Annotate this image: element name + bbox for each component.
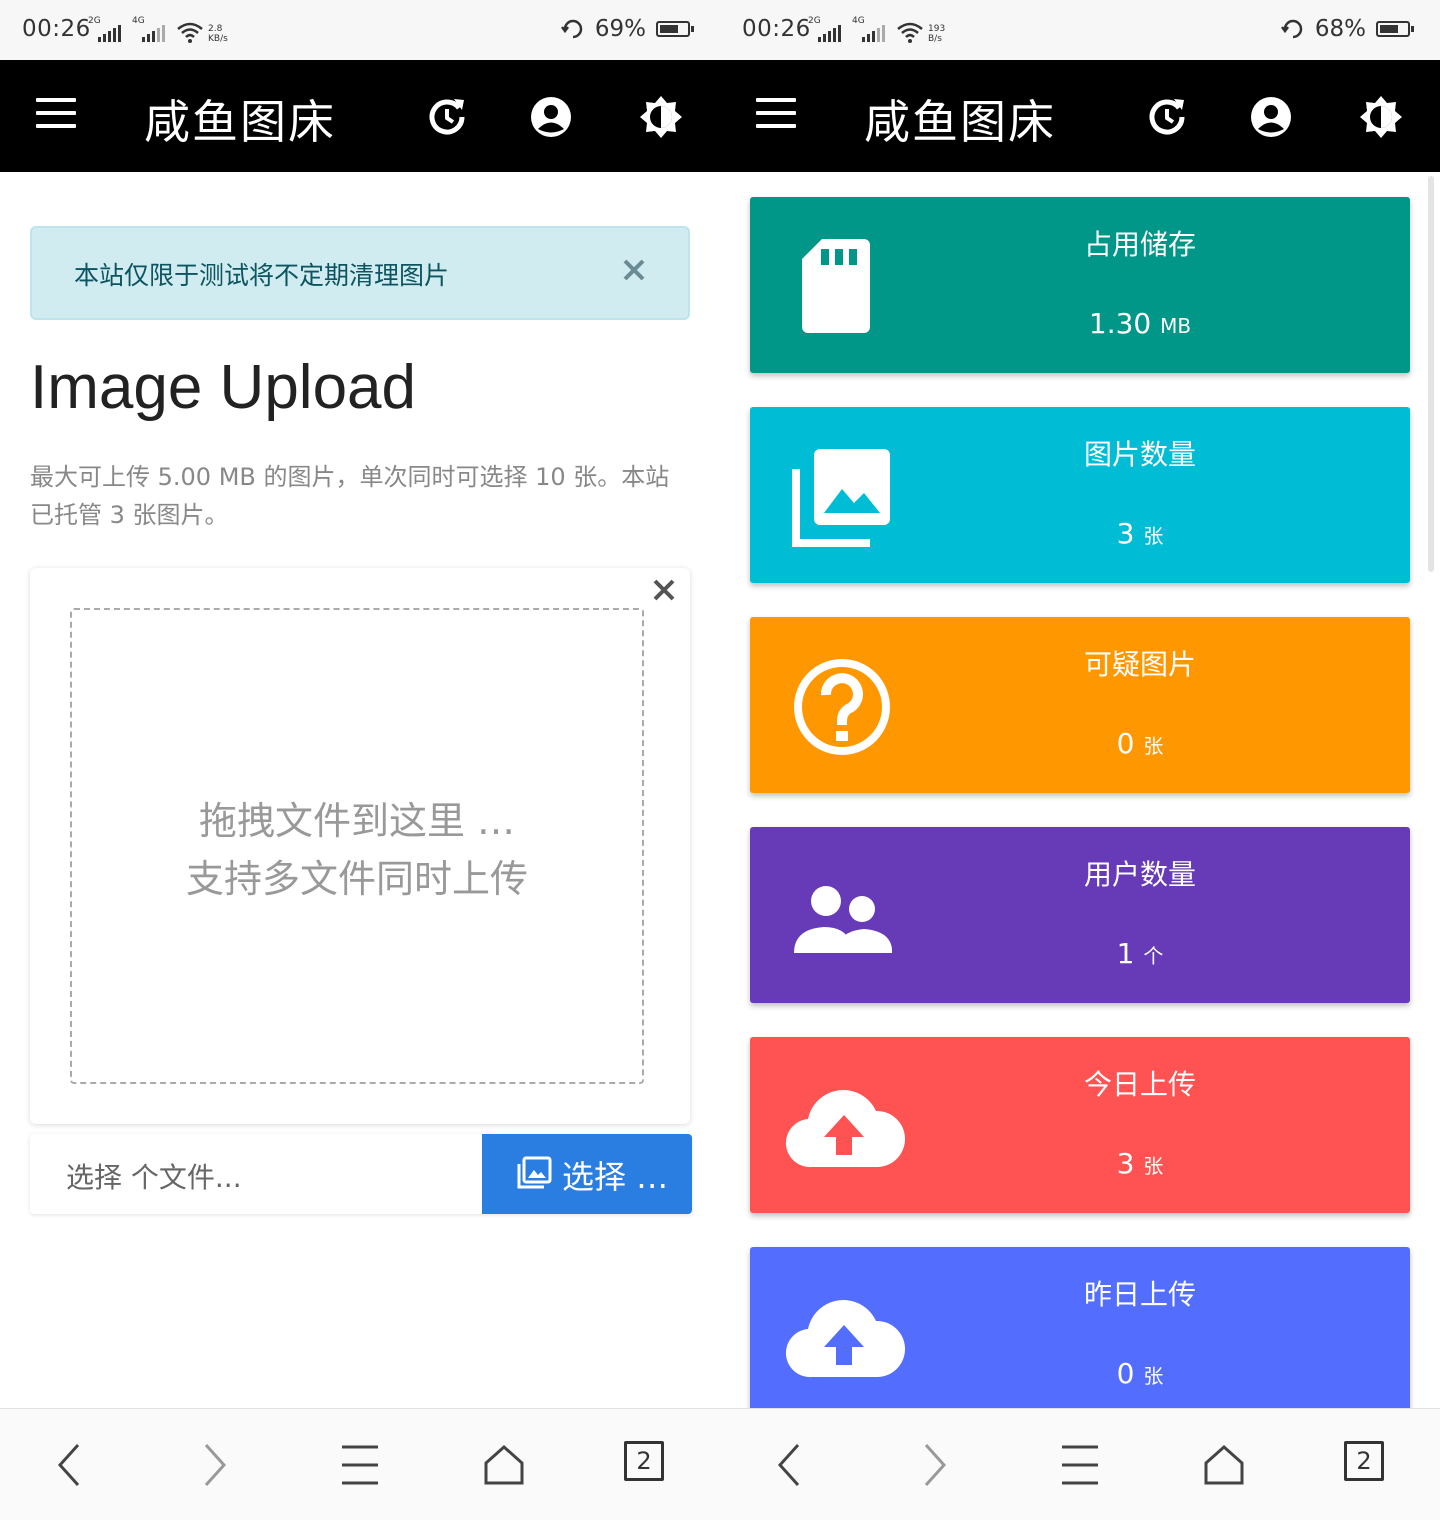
menu-icon[interactable] xyxy=(336,1441,384,1489)
notice-alert: 本站仅限于测试将不定期清理图片 xyxy=(30,226,690,320)
forward-icon[interactable] xyxy=(190,1441,238,1489)
file-input[interactable]: 选择 个文件... xyxy=(30,1134,482,1214)
help-circle-icon xyxy=(794,659,890,755)
upload-screen: 00:26 2G 4G 2.8 KB/s 69% 咸鱼图床 本站仅限于测试将不定… xyxy=(0,0,720,1520)
stat-label: 今日上传 xyxy=(1083,1068,1196,1101)
signal-2g-icon: 2G xyxy=(808,16,844,44)
battery-percent: 68% xyxy=(1314,16,1366,42)
drop-zone-hint: 拖拽文件到这里 … xyxy=(198,799,516,843)
signal-indicators: 2G 4G 2.8 KB/s xyxy=(88,16,228,44)
network-speed: 2.8 KB/s xyxy=(208,24,228,44)
stat-card-today-uploads: 今日上传 3 张 xyxy=(750,1037,1410,1213)
status-right: 68% xyxy=(1280,16,1414,42)
file-picker: 选择 个文件... 选择 … xyxy=(30,1134,692,1214)
app-title: 咸鱼图床 xyxy=(864,95,1056,149)
home-icon[interactable] xyxy=(480,1441,528,1489)
browser-nav-bar: 2 xyxy=(0,1408,720,1520)
upload-card: 拖拽文件到这里 … 支持多文件同时上传 xyxy=(30,568,690,1124)
brightness-icon[interactable] xyxy=(1360,96,1402,138)
stat-card-images: 图片数量 3 张 xyxy=(750,407,1410,583)
battery-icon xyxy=(656,21,694,37)
signal-4g-icon: 4G xyxy=(852,16,888,44)
wifi-icon xyxy=(897,22,923,43)
tabs-button[interactable]: 2 xyxy=(624,1441,672,1489)
photo-library-icon xyxy=(517,1156,552,1189)
stat-value: 0 张 xyxy=(1116,1357,1164,1390)
battery-icon xyxy=(1376,21,1414,37)
tab-count: 2 xyxy=(624,1441,664,1481)
dashboard-screen: 00:26 2G 4G 193 B/s 68% 咸鱼图床 占用储存 1.30 M… xyxy=(720,0,1440,1520)
select-files-label: 选择 … xyxy=(562,1158,669,1196)
stat-label: 昨日上传 xyxy=(1083,1278,1196,1311)
account-circle-icon[interactable] xyxy=(1250,96,1292,138)
stat-value: 1.30 MB xyxy=(1088,307,1192,340)
scrollbar[interactable] xyxy=(1428,176,1434,572)
stat-card-suspicious: 可疑图片 0 张 xyxy=(750,617,1410,793)
stat-value: 1 个 xyxy=(1116,937,1164,970)
back-icon[interactable] xyxy=(46,1441,94,1489)
stat-label: 图片数量 xyxy=(1083,438,1196,471)
signal-4g-icon: 4G xyxy=(132,16,168,44)
tab-count: 2 xyxy=(1344,1441,1384,1481)
status-time: 00:26 xyxy=(22,16,91,42)
drop-zone-subhint: 支持多文件同时上传 xyxy=(185,857,528,901)
status-bar: 00:26 2G 4G 2.8 KB/s 69% xyxy=(0,0,720,60)
status-right: 69% xyxy=(560,16,694,42)
signal-2g-icon: 2G xyxy=(88,16,124,44)
cloud-upload-icon xyxy=(785,1090,906,1168)
sync-icon xyxy=(1280,19,1303,39)
menu-button[interactable] xyxy=(756,98,796,134)
stat-label: 占用储存 xyxy=(1083,228,1196,261)
upload-description: 最大可上传 5.00 MB 的图片，单次同时可选择 10 张。本站已托管 3 张… xyxy=(30,463,670,529)
stat-card-users: 用户数量 1 个 xyxy=(750,827,1410,1003)
file-input-placeholder: 选择 个文件... xyxy=(66,1161,242,1194)
history-icon[interactable] xyxy=(1146,96,1188,138)
stat-card-yesterday-uploads: 昨日上传 0 张 xyxy=(750,1247,1410,1423)
home-icon[interactable] xyxy=(1200,1441,1248,1489)
app-bar: 咸鱼图床 xyxy=(720,60,1440,172)
app-bar: 咸鱼图床 xyxy=(0,60,720,172)
drop-zone[interactable]: 拖拽文件到这里 … 支持多文件同时上传 xyxy=(70,608,644,1084)
stat-card-storage: 占用储存 1.30 MB xyxy=(750,197,1410,373)
stat-value: 3 张 xyxy=(1116,1147,1164,1180)
network-speed: 193 B/s xyxy=(928,24,946,44)
cloud-upload-icon xyxy=(785,1300,906,1378)
page-title: Image Upload xyxy=(30,353,417,422)
close-icon[interactable] xyxy=(622,258,646,282)
sd-card-icon xyxy=(802,239,870,333)
menu-button[interactable] xyxy=(36,98,76,134)
app-title: 咸鱼图床 xyxy=(144,95,336,149)
account-circle-icon[interactable] xyxy=(530,96,572,138)
signal-indicators: 2G 4G 193 B/s xyxy=(808,16,946,44)
forward-icon[interactable] xyxy=(910,1441,958,1489)
photo-library-icon xyxy=(792,449,890,547)
tabs-button[interactable]: 2 xyxy=(1344,1441,1392,1489)
back-icon[interactable] xyxy=(766,1441,814,1489)
status-bar: 00:26 2G 4G 193 B/s 68% xyxy=(720,0,1440,60)
stat-value: 0 张 xyxy=(1116,727,1164,760)
browser-nav-bar: 2 xyxy=(720,1408,1440,1520)
select-files-button[interactable]: 选择 … xyxy=(482,1134,692,1214)
status-time: 00:26 xyxy=(742,16,811,42)
sync-icon xyxy=(560,19,583,39)
wifi-icon xyxy=(177,22,203,43)
brightness-icon[interactable] xyxy=(640,96,682,138)
menu-icon[interactable] xyxy=(1056,1441,1104,1489)
people-icon xyxy=(794,886,892,953)
history-icon[interactable] xyxy=(426,96,468,138)
stat-label: 用户数量 xyxy=(1083,858,1196,891)
stat-label: 可疑图片 xyxy=(1083,648,1196,681)
close-icon[interactable] xyxy=(652,578,676,602)
stat-value: 3 张 xyxy=(1116,517,1164,550)
battery-percent: 69% xyxy=(594,16,646,42)
alert-text: 本站仅限于测试将不定期清理图片 xyxy=(74,261,450,290)
